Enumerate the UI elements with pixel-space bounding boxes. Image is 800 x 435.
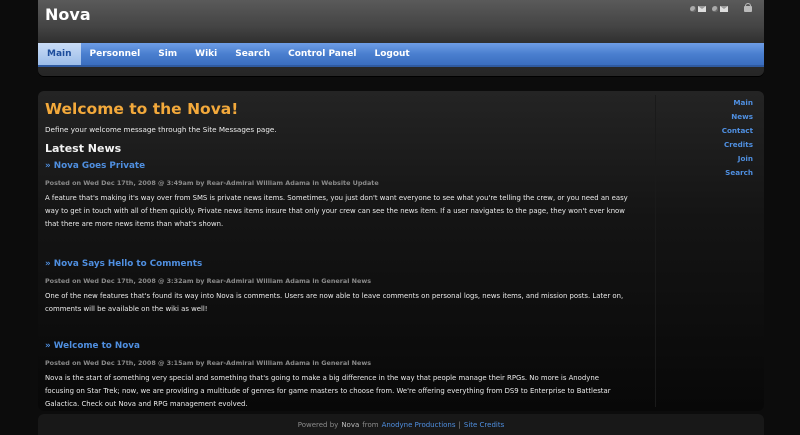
status-dot-icon [690,6,696,12]
footer-separator: | [458,420,461,429]
news-item: » Nova Goes Private Posted on Wed Dec 17… [45,160,630,232]
news-item: » Nova Says Hello to Comments Posted on … [45,258,630,316]
lock-icon[interactable] [744,3,752,12]
latest-news-heading: Latest News [45,142,122,155]
site-brand[interactable]: Nova [45,5,91,24]
envelope-icon [720,6,728,12]
main-content: Welcome to the Nova! Define your welcome… [45,99,630,412]
user-panel [690,1,752,17]
news-title-link[interactable]: » Nova Goes Private [45,160,630,172]
nav-search[interactable]: Search [226,43,279,65]
sidebar-link-contact[interactable]: Contact [722,124,753,138]
news-meta: Posted on Wed Dec 17th, 2008 @ 3:49am by… [45,179,379,187]
sidebar-divider [655,95,656,407]
site-footer: Powered by Nova from Anodyne Productions… [38,414,764,435]
nav-logout[interactable]: Logout [365,43,418,65]
nav-personnel[interactable]: Personnel [81,43,150,65]
sidebar-link-search[interactable]: Search [725,166,753,180]
sidebar-link-join[interactable]: Join [738,152,753,166]
news-title-link[interactable]: » Nova Says Hello to Comments [45,258,630,270]
news-body: One of the new features that's found its… [45,291,624,313]
user-mail-item-2[interactable] [712,6,728,12]
footer-company-link[interactable]: Anodyne Productions [382,421,456,429]
status-dot-icon [712,6,718,12]
envelope-icon [698,6,706,12]
welcome-message: Define your welcome message through the … [45,125,277,134]
nav-sim[interactable]: Sim [149,43,186,65]
news-body: Nova is the start of something very spec… [45,374,611,409]
nav-wiki[interactable]: Wiki [186,43,226,65]
news-body: A feature that's making it's way over fr… [45,194,628,229]
content-panel: Welcome to the Nova! Define your welcome… [38,91,764,411]
sidebar-link-credits[interactable]: Credits [724,138,753,152]
nav-main[interactable]: Main [38,43,81,65]
news-item: » Welcome to Nova Posted on Wed Dec 17th… [45,340,630,412]
news-meta: Posted on Wed Dec 17th, 2008 @ 3:15am by… [45,359,372,368]
sidebar-link-main[interactable]: Main [733,96,753,110]
footer-powered-by: Powered by [297,420,339,429]
footer-from: from [362,420,379,429]
site-header: Nova Main Personnel Sim Wiki Search Cont… [38,0,764,76]
nav-control-panel[interactable]: Control Panel [279,43,365,65]
sidebar-link-news[interactable]: News [731,110,753,124]
news-title-link[interactable]: » Welcome to Nova [45,340,630,352]
page-title: Welcome to the Nova! [45,100,239,118]
news-meta: Posted on Wed Dec 17th, 2008 @ 3:32am by… [45,276,372,285]
footer-brand: Nova [341,420,360,429]
footer-credits-link[interactable]: Site Credits [464,421,504,429]
sidebar-nav: Main News Contact Credits Join Search [722,96,753,180]
user-mail-item[interactable] [690,6,706,12]
main-nav: Main Personnel Sim Wiki Search Control P… [38,43,764,67]
